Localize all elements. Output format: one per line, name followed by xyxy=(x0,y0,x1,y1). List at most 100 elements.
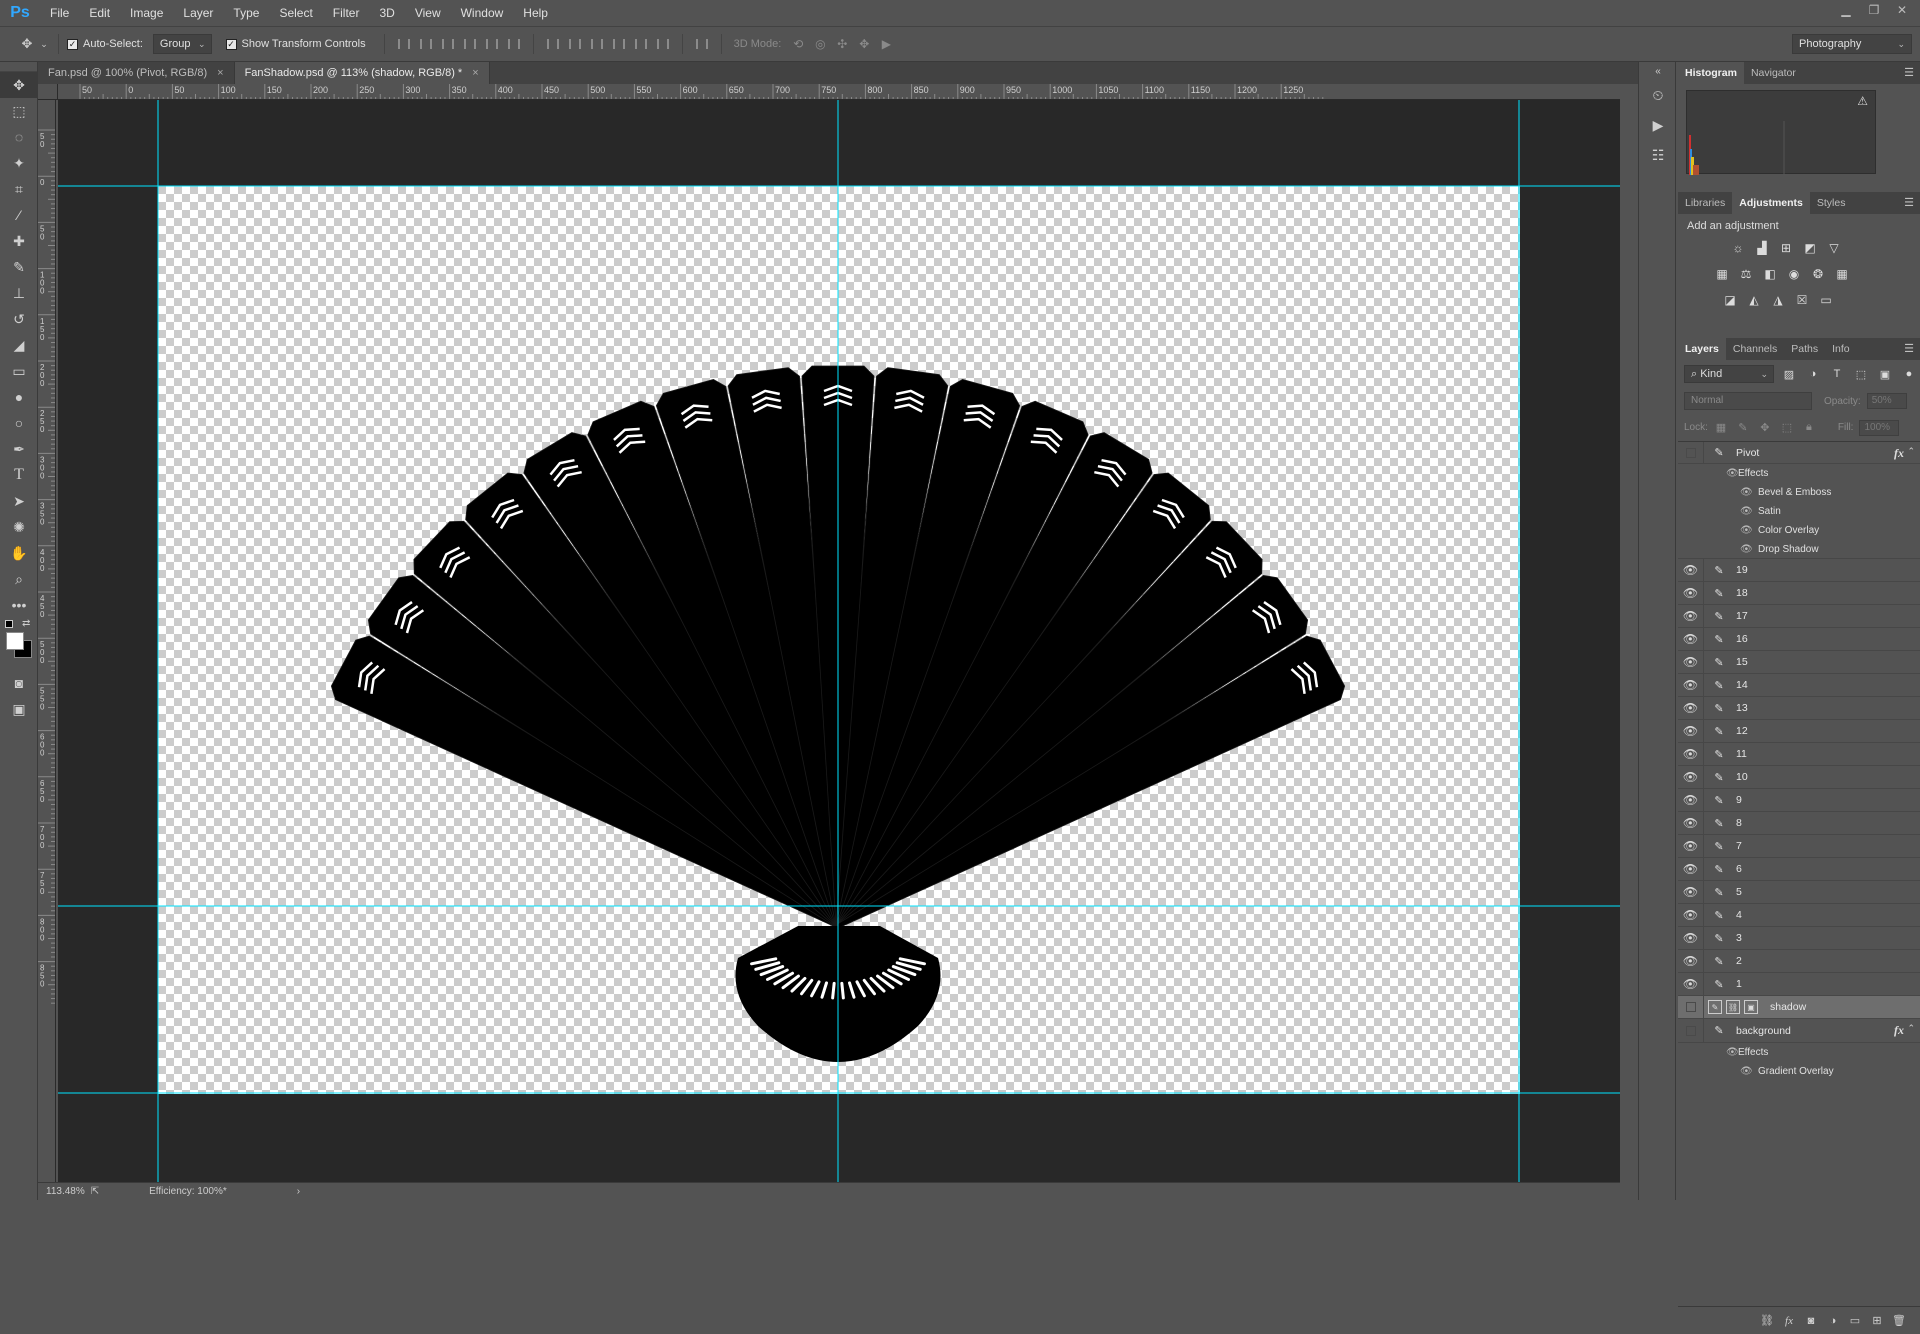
hue-saturation-icon[interactable]: ▦ xyxy=(1712,264,1732,284)
layer-pivot[interactable]: ✎ Pivot fx ⌃ xyxy=(1678,442,1920,464)
effect-item[interactable]: 👁︎ Gradient Overlay xyxy=(1678,1062,1920,1081)
layer-18[interactable]: 👁︎ ✎ 18 xyxy=(1678,581,1920,605)
eye-icon[interactable]: 👁︎ xyxy=(1740,525,1753,536)
checkbox-checked-icon[interactable]: ✓ xyxy=(67,38,78,50)
actions-panel-icon[interactable]: ▶ xyxy=(1639,110,1677,140)
eye-icon[interactable]: 👁︎ xyxy=(1740,544,1753,555)
layer-3[interactable]: 👁︎ ✎ 3 xyxy=(1678,926,1920,950)
3d-orbit-icon[interactable]: ⟲ xyxy=(787,33,809,55)
auto-select-checkbox[interactable]: ✓ Auto-Select: xyxy=(67,38,143,50)
lock-pixels-icon[interactable]: ✎ xyxy=(1734,419,1752,437)
distribute-bottom-icon[interactable] xyxy=(586,33,608,55)
filter-kind-dropdown[interactable]: ⌕ Kind ⌄ xyxy=(1684,365,1774,383)
eye-icon[interactable]: 👁︎ xyxy=(1678,834,1704,858)
layer-19[interactable]: 👁︎ ✎ 19 xyxy=(1678,558,1920,582)
layer-8[interactable]: 👁︎ ✎ 8 xyxy=(1678,811,1920,835)
eye-icon[interactable]: 👁︎ xyxy=(1678,880,1704,904)
more-tools-icon[interactable]: ••• xyxy=(0,592,38,618)
menu-view[interactable]: View xyxy=(405,0,451,26)
fill-field[interactable]: 100% xyxy=(1859,419,1900,436)
zoom-tool-icon[interactable]: ⌕ xyxy=(0,566,38,592)
quick-mask-icon[interactable]: ◙ xyxy=(0,670,38,696)
menu-window[interactable]: Window xyxy=(451,0,514,26)
eye-icon[interactable]: 👁︎ xyxy=(1678,765,1704,789)
add-mask-icon[interactable]: ◙ xyxy=(1800,1311,1822,1331)
magic-wand-tool-icon[interactable]: ✦ xyxy=(0,150,38,176)
effect-item[interactable]: 👁︎ Drop Shadow xyxy=(1678,540,1920,559)
collapse-panels-icon[interactable]: « xyxy=(1639,62,1677,80)
effects-group[interactable]: 👁︎ Effects xyxy=(1678,1043,1920,1062)
align-top-icon[interactable] xyxy=(393,33,415,55)
collapse-caret-icon[interactable]: ⌃ xyxy=(1907,1023,1915,1034)
history-brush-tool-icon[interactable]: ↺ xyxy=(0,306,38,332)
marquee-tool-icon[interactable]: ⬚ xyxy=(0,98,38,124)
menu-layer[interactable]: Layer xyxy=(173,0,223,26)
lock-all-icon[interactable]: 🔒︎ xyxy=(1800,419,1818,437)
filter-pixel-icon[interactable]: ▨ xyxy=(1780,365,1798,383)
panel-grip[interactable] xyxy=(0,62,37,72)
add-style-icon[interactable]: fx xyxy=(1778,1311,1800,1331)
screen-mode-icon[interactable]: ▣ xyxy=(0,696,38,722)
canvas-area[interactable] xyxy=(58,100,1620,1182)
menu-filter[interactable]: Filter xyxy=(323,0,370,26)
delete-layer-icon[interactable]: 🗑︎ xyxy=(1888,1311,1910,1331)
clone-stamp-tool-icon[interactable]: ⊥ xyxy=(0,280,38,306)
new-group-icon[interactable]: ▭ xyxy=(1844,1311,1866,1331)
photo-filter-icon[interactable]: ◉ xyxy=(1784,264,1804,284)
auto-align-icon[interactable] xyxy=(691,33,713,55)
fx-icon[interactable]: fx xyxy=(1894,446,1904,461)
effect-item[interactable]: 👁︎ Color Overlay xyxy=(1678,521,1920,540)
menu-help[interactable]: Help xyxy=(513,0,558,26)
distribute-top-icon[interactable] xyxy=(542,33,564,55)
eye-icon[interactable]: 👁︎ xyxy=(1678,788,1704,812)
move-tool-icon[interactable]: ✥ xyxy=(16,33,38,55)
close-tab-icon[interactable]: × xyxy=(472,62,478,84)
new-adjustment-icon[interactable]: ◑ xyxy=(1822,1311,1844,1331)
menu-type[interactable]: Type xyxy=(223,0,269,26)
path-selection-tool-icon[interactable]: ➤ xyxy=(0,488,38,514)
eye-icon[interactable]: 👁︎ xyxy=(1678,627,1704,651)
document-canvas[interactable] xyxy=(158,186,1520,1094)
eye-icon[interactable]: 👁︎ xyxy=(1678,696,1704,720)
type-tool-icon[interactable]: T xyxy=(0,462,38,488)
lock-artboard-icon[interactable]: ⬚ xyxy=(1778,419,1796,437)
collapse-caret-icon[interactable]: ⌃ xyxy=(1907,446,1915,457)
layer-14[interactable]: 👁︎ ✎ 14 xyxy=(1678,673,1920,697)
eye-icon[interactable]: 👁︎ xyxy=(1740,506,1753,517)
align-right-icon[interactable] xyxy=(503,33,525,55)
eye-icon[interactable]: 👁︎ xyxy=(1678,581,1704,605)
layer-15[interactable]: 👁︎ ✎ 15 xyxy=(1678,650,1920,674)
tab-paths[interactable]: Paths xyxy=(1784,338,1825,360)
distribute-left-icon[interactable] xyxy=(608,33,630,55)
brush-tool-icon[interactable]: ✎ xyxy=(0,254,38,280)
zoom-level[interactable]: 113.48% xyxy=(46,1186,85,1197)
selective-color-icon[interactable]: ☒ xyxy=(1792,290,1812,310)
align-hcenter-icon[interactable] xyxy=(481,33,503,55)
3d-roll-icon[interactable]: ◎ xyxy=(809,33,831,55)
align-vcenter-icon[interactable] xyxy=(415,33,437,55)
distribute-right-icon[interactable] xyxy=(652,33,674,55)
link-layers-icon[interactable]: ⛓ xyxy=(1756,1311,1778,1331)
link-icon[interactable]: ⛓ xyxy=(1726,1000,1740,1014)
move-tool-icon[interactable]: ✥ xyxy=(0,72,38,98)
filter-type-icon[interactable]: T xyxy=(1828,365,1846,383)
align-bottom-icon[interactable] xyxy=(437,33,459,55)
layer-thumbnail[interactable]: ▣ xyxy=(1744,1000,1758,1014)
panel-menu-icon[interactable]: ☰ xyxy=(1904,66,1914,79)
layer-6[interactable]: 👁︎ ✎ 6 xyxy=(1678,857,1920,881)
eye-icon[interactable]: 👁︎ xyxy=(1678,926,1704,950)
filter-adjustment-icon[interactable]: ◑ xyxy=(1804,365,1822,383)
close-tab-icon[interactable]: × xyxy=(217,62,223,84)
eye-icon[interactable]: 👁︎ xyxy=(1678,673,1704,697)
tab-info[interactable]: Info xyxy=(1825,338,1857,360)
workspace-dropdown[interactable]: Photography ⌄ xyxy=(1792,34,1912,54)
lock-transparent-icon[interactable]: ▦ xyxy=(1712,419,1730,437)
layer-16[interactable]: 👁︎ ✎ 16 xyxy=(1678,627,1920,651)
custom-shape-tool-icon[interactable]: ✺ xyxy=(0,514,38,540)
eye-icon[interactable]: 👁︎ xyxy=(1678,558,1704,582)
vibrance-icon[interactable]: ▽ xyxy=(1824,238,1844,258)
tab-channels[interactable]: Channels xyxy=(1726,338,1784,360)
distribute-hcenter-icon[interactable] xyxy=(630,33,652,55)
healing-brush-tool-icon[interactable]: ✚ xyxy=(0,228,38,254)
lasso-tool-icon[interactable]: ◌ xyxy=(0,124,38,150)
